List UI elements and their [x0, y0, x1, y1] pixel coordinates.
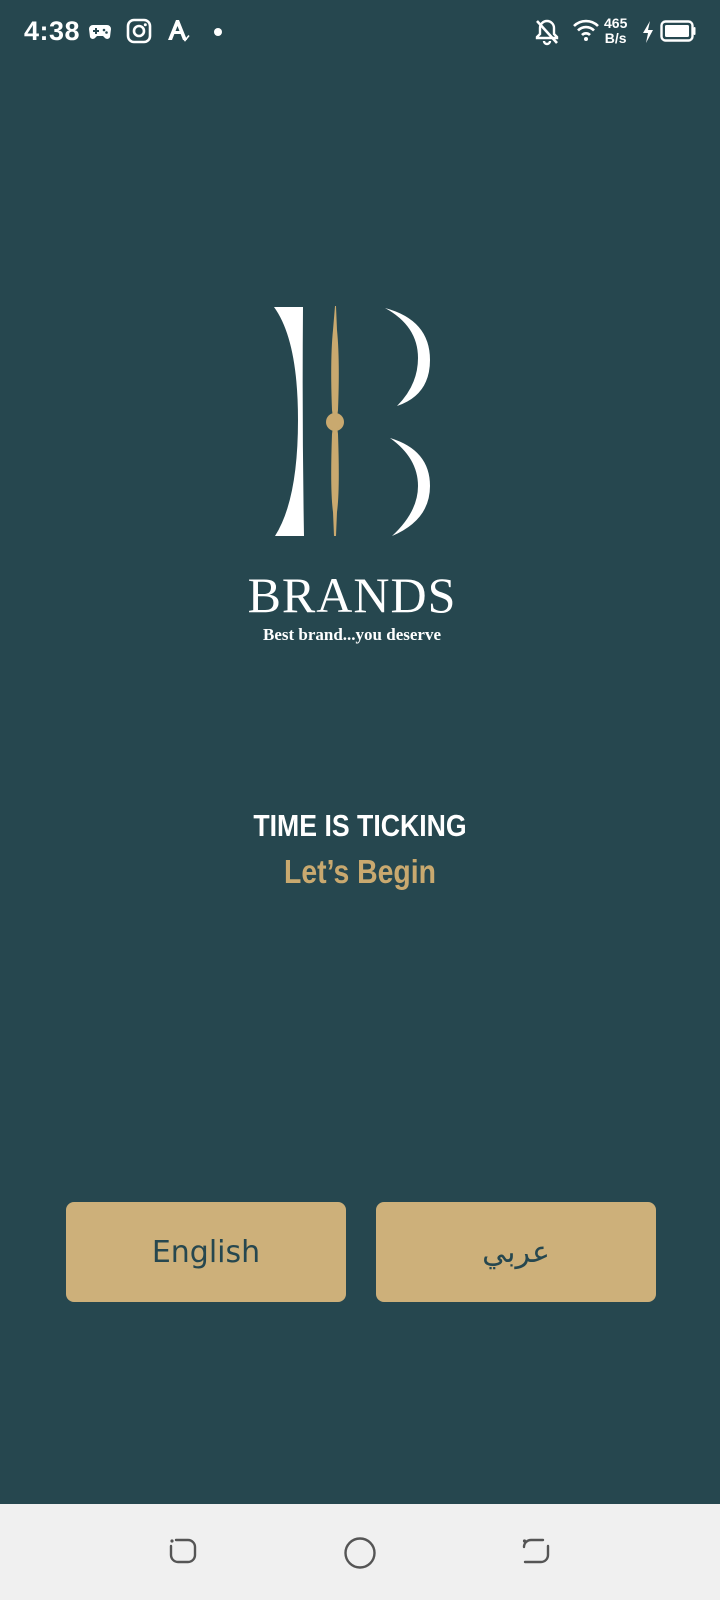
battery-icon	[660, 20, 696, 42]
bell-off-icon	[535, 19, 559, 46]
translate-icon	[168, 20, 190, 42]
home-icon[interactable]	[343, 1536, 377, 1570]
arabic-button-label: عربي	[482, 1234, 550, 1270]
english-language-button[interactable]: English	[66, 1202, 346, 1302]
notification-dot-icon	[214, 28, 222, 36]
status-bar: 4:38 465 B/s	[0, 0, 720, 64]
back-icon[interactable]	[168, 1536, 198, 1566]
wifi-icon	[573, 19, 599, 41]
brand-logo: BRANDS Best brand...you deserve	[240, 300, 480, 660]
network-speed-value: 465	[604, 15, 628, 31]
brand-monogram-icon	[274, 306, 430, 536]
recents-icon[interactable]	[521, 1536, 551, 1566]
subheadline-text: Let’s Begin	[284, 853, 436, 890]
status-time: 4:38	[24, 16, 81, 46]
brand-tagline: Best brand...you deserve	[262, 625, 442, 644]
network-speed-unit: B/s	[604, 30, 627, 46]
charging-bolt-icon	[643, 21, 653, 43]
instagram-icon	[126, 18, 152, 44]
network-speed: 465 B/s	[604, 16, 627, 46]
system-navigation-bar	[0, 1504, 720, 1600]
headline-text: TIME IS TICKING	[253, 808, 467, 843]
english-button-label: English	[151, 1234, 261, 1270]
brand-name: BRANDS	[247, 567, 457, 623]
language-selection-screen: 4:38 465 B/s BRANDS Best brand...you des…	[0, 0, 720, 1600]
arabic-language-button[interactable]: عربي	[376, 1202, 656, 1302]
gamepad-icon	[89, 25, 111, 39]
